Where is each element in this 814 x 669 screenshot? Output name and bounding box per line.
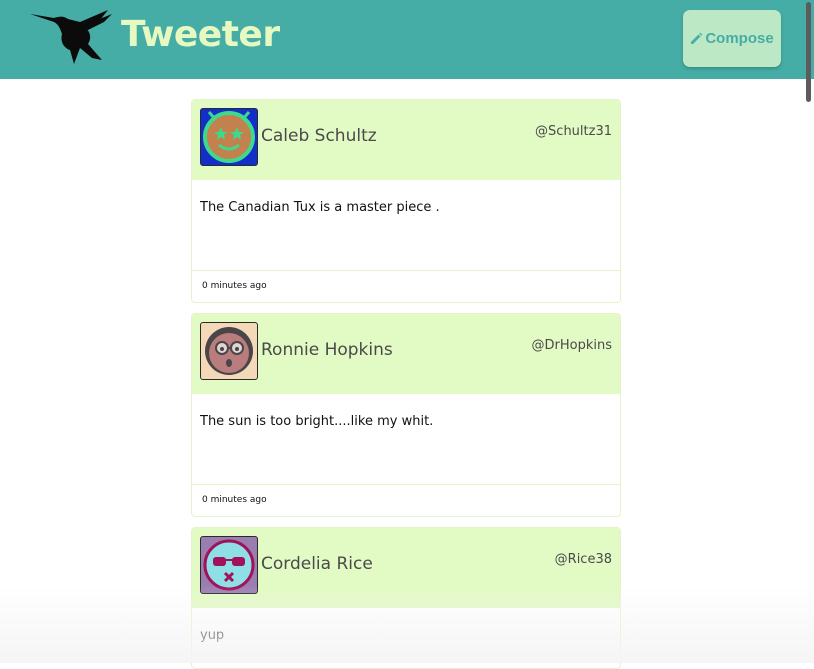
compose-button[interactable]: Compose [683,10,781,67]
compose-label: Compose [705,30,774,47]
tweet-header: Ronnie Hopkins @DrHopkins [192,314,620,394]
tweet-footer: 0 minutes ago [192,270,620,302]
tweet-text: The sun is too bright....like my whit. [200,414,434,429]
sunglasses-face-avatar [203,539,255,591]
brand-title[interactable]: Tweeter [121,14,280,55]
tweet-author-handle: @Schultz31 [535,124,612,139]
tweet-footer: 0 minutes ago [192,484,620,516]
tweet-author-name: Ronnie Hopkins [261,340,393,360]
smiley-star-eyes-avatar [203,111,255,163]
avatar [200,108,258,166]
tweet-author-handle: @Rice38 [554,552,612,567]
avatar [200,322,258,380]
tweet-text: yup [200,628,225,643]
hummingbird-icon [30,10,112,64]
tweet-body: The Canadian Tux is a master piece . [192,180,620,270]
tweet-timestamp: 0 minutes ago [202,495,267,505]
tweet-timestamp: 0 minutes ago [202,281,267,291]
scrollbar-thumb[interactable] [806,2,811,102]
tweet-header: Cordelia Rice @Rice38 [192,528,620,608]
tweet-header: Caleb Schultz @Schultz31 [192,100,620,180]
tweet-card: Cordelia Rice @Rice38 yup [191,527,621,669]
tweet-author-name: Caleb Schultz [261,126,377,146]
tweet-card: Ronnie Hopkins @DrHopkins The sun is too… [191,313,621,517]
tweet-body: yup [192,608,620,668]
top-nav: Tweeter Compose [0,0,814,79]
tweet-author-handle: @DrHopkins [531,338,613,353]
avatar [200,536,258,594]
glasses-face-avatar [205,327,253,375]
tweet-author-name: Cordelia Rice [261,554,373,574]
pencil-icon [691,32,703,44]
tweet-body: The sun is too bright....like my whit. [192,394,620,484]
tweet-card: Caleb Schultz @Schultz31 The Canadian Tu… [191,99,621,303]
tweet-text: The Canadian Tux is a master piece . [200,200,440,215]
